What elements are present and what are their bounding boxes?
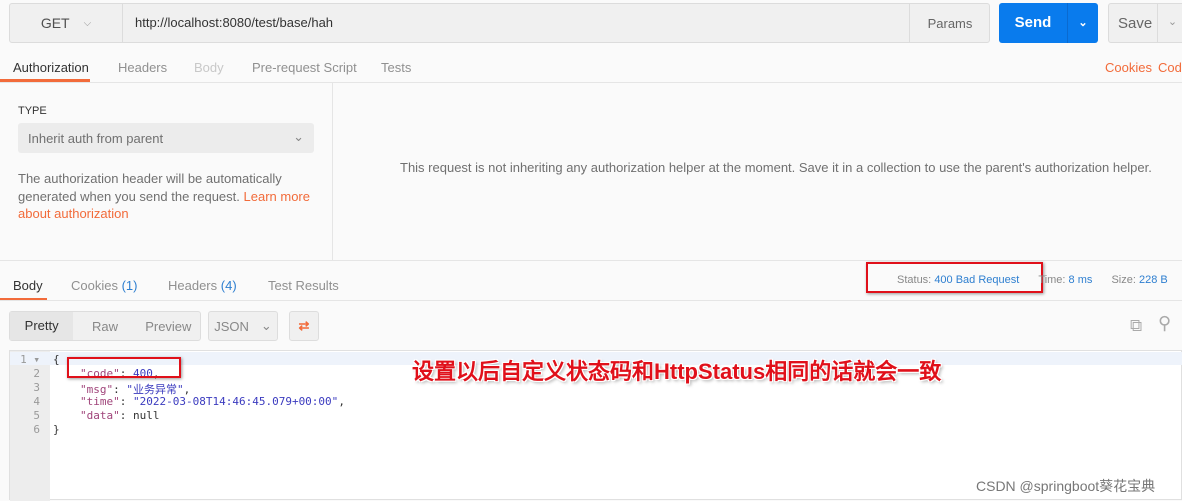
line-number: 1 ▾ — [20, 353, 40, 366]
line-number: 3 — [33, 381, 40, 394]
json-key: "data" — [80, 409, 120, 422]
divider — [0, 300, 1182, 301]
type-label: TYPE — [18, 105, 47, 117]
chevron-down-icon: ⌄ — [293, 129, 304, 144]
json-value: null — [133, 409, 160, 422]
code-line: "data": null — [80, 409, 160, 422]
line-number: 5 — [33, 409, 40, 422]
line-number: 2 — [33, 367, 40, 380]
send-label: Send — [1014, 14, 1052, 31]
status-label: Status: — [897, 274, 932, 286]
size-value: 228 B — [1138, 274, 1168, 286]
method-label: GET — [40, 15, 70, 31]
code-link[interactable]: Code — [1158, 60, 1182, 75]
tab-authorization[interactable]: Authorization — [13, 60, 89, 75]
auth-type-select[interactable]: Inherit auth from parent ⌄ — [18, 123, 314, 153]
cookies-label: Cookies — [71, 278, 118, 293]
chevron-down-icon[interactable]: ⌄ — [1157, 4, 1182, 42]
params-button[interactable]: Params — [909, 4, 990, 42]
size-label: Size: — [1111, 274, 1136, 286]
annotation-text: 设置以后自定义状态码和HttpStatus相同的话就会一致 — [412, 359, 942, 384]
auth-help: The authorization header will be automat… — [18, 170, 318, 223]
code-line: { — [53, 353, 60, 366]
wrap-lines-icon[interactable]: ⇄ — [289, 311, 319, 341]
copy-icon[interactable]: ⧉ — [1130, 316, 1142, 336]
auth-message: This request is not inheriting any autho… — [400, 160, 1152, 175]
cookies-link[interactable]: Cookies — [1105, 60, 1152, 75]
chevron-down-icon[interactable]: ⌄ — [1067, 3, 1098, 43]
method-select[interactable]: GET ⌵ — [10, 4, 123, 42]
tab-headers[interactable]: Headers — [118, 60, 167, 75]
save-label: Save — [1118, 15, 1153, 32]
response-meta: Status: 400 Bad Request Time: 8 ms Size:… — [897, 274, 1168, 286]
line-number: 6 — [33, 423, 40, 436]
tab-pre-request-script[interactable]: Pre-request Script — [252, 60, 357, 75]
annotation-box — [67, 357, 181, 378]
resp-tab-body[interactable]: Body — [13, 278, 43, 293]
watermark: CSDN @springboot葵花宝典 — [976, 478, 1156, 494]
time-value: 8 ms — [1068, 274, 1093, 286]
view-mode-group: Pretty Raw Preview — [9, 311, 201, 341]
divider — [0, 260, 1182, 261]
send-button[interactable]: Send ⌄ — [999, 3, 1098, 43]
chevron-down-icon: ⌄ — [260, 318, 272, 333]
cookies-count: (1) — [121, 278, 138, 293]
preview-button[interactable]: Preview — [137, 319, 200, 334]
tab-body[interactable]: Body — [194, 60, 224, 75]
code-line: } — [53, 423, 60, 436]
tab-tests[interactable]: Tests — [381, 60, 411, 75]
auth-help-text: The authorization header will be automat… — [18, 171, 282, 204]
headers-count: (4) — [220, 278, 237, 293]
headers-label: Headers — [168, 278, 218, 293]
request-bar: GET ⌵ http://localhost:8080/test/base/hah… — [9, 3, 990, 43]
code-line: "time": "2022-03-08T14:46:45.079+00:00", — [80, 395, 345, 408]
resp-tab-cookies[interactable]: Cookies (1) — [71, 278, 137, 293]
format-select[interactable]: JSON ⌄ — [208, 311, 278, 341]
resp-tab-test-results[interactable]: Test Results — [268, 278, 339, 293]
url-input[interactable]: http://localhost:8080/test/base/hah — [135, 15, 333, 30]
format-value: JSON — [214, 318, 249, 334]
pretty-button[interactable]: Pretty — [10, 312, 74, 340]
chevron-down-icon: ⌵ — [83, 17, 92, 29]
save-button[interactable]: Save ⌄ — [1108, 3, 1182, 43]
json-key: "time" — [80, 395, 120, 408]
line-number: 4 — [33, 395, 40, 408]
auth-type-value: Inherit auth from parent — [28, 131, 164, 146]
json-value: "2022-03-08T14:46:45.079+00:00" — [133, 395, 339, 408]
search-icon[interactable]: ⚲ — [1158, 313, 1171, 334]
resp-tab-headers[interactable]: Headers (4) — [168, 278, 237, 293]
time-label: Time: — [1038, 274, 1066, 286]
status-value: 400 Bad Request — [934, 274, 1020, 286]
raw-button[interactable]: Raw — [73, 319, 136, 334]
